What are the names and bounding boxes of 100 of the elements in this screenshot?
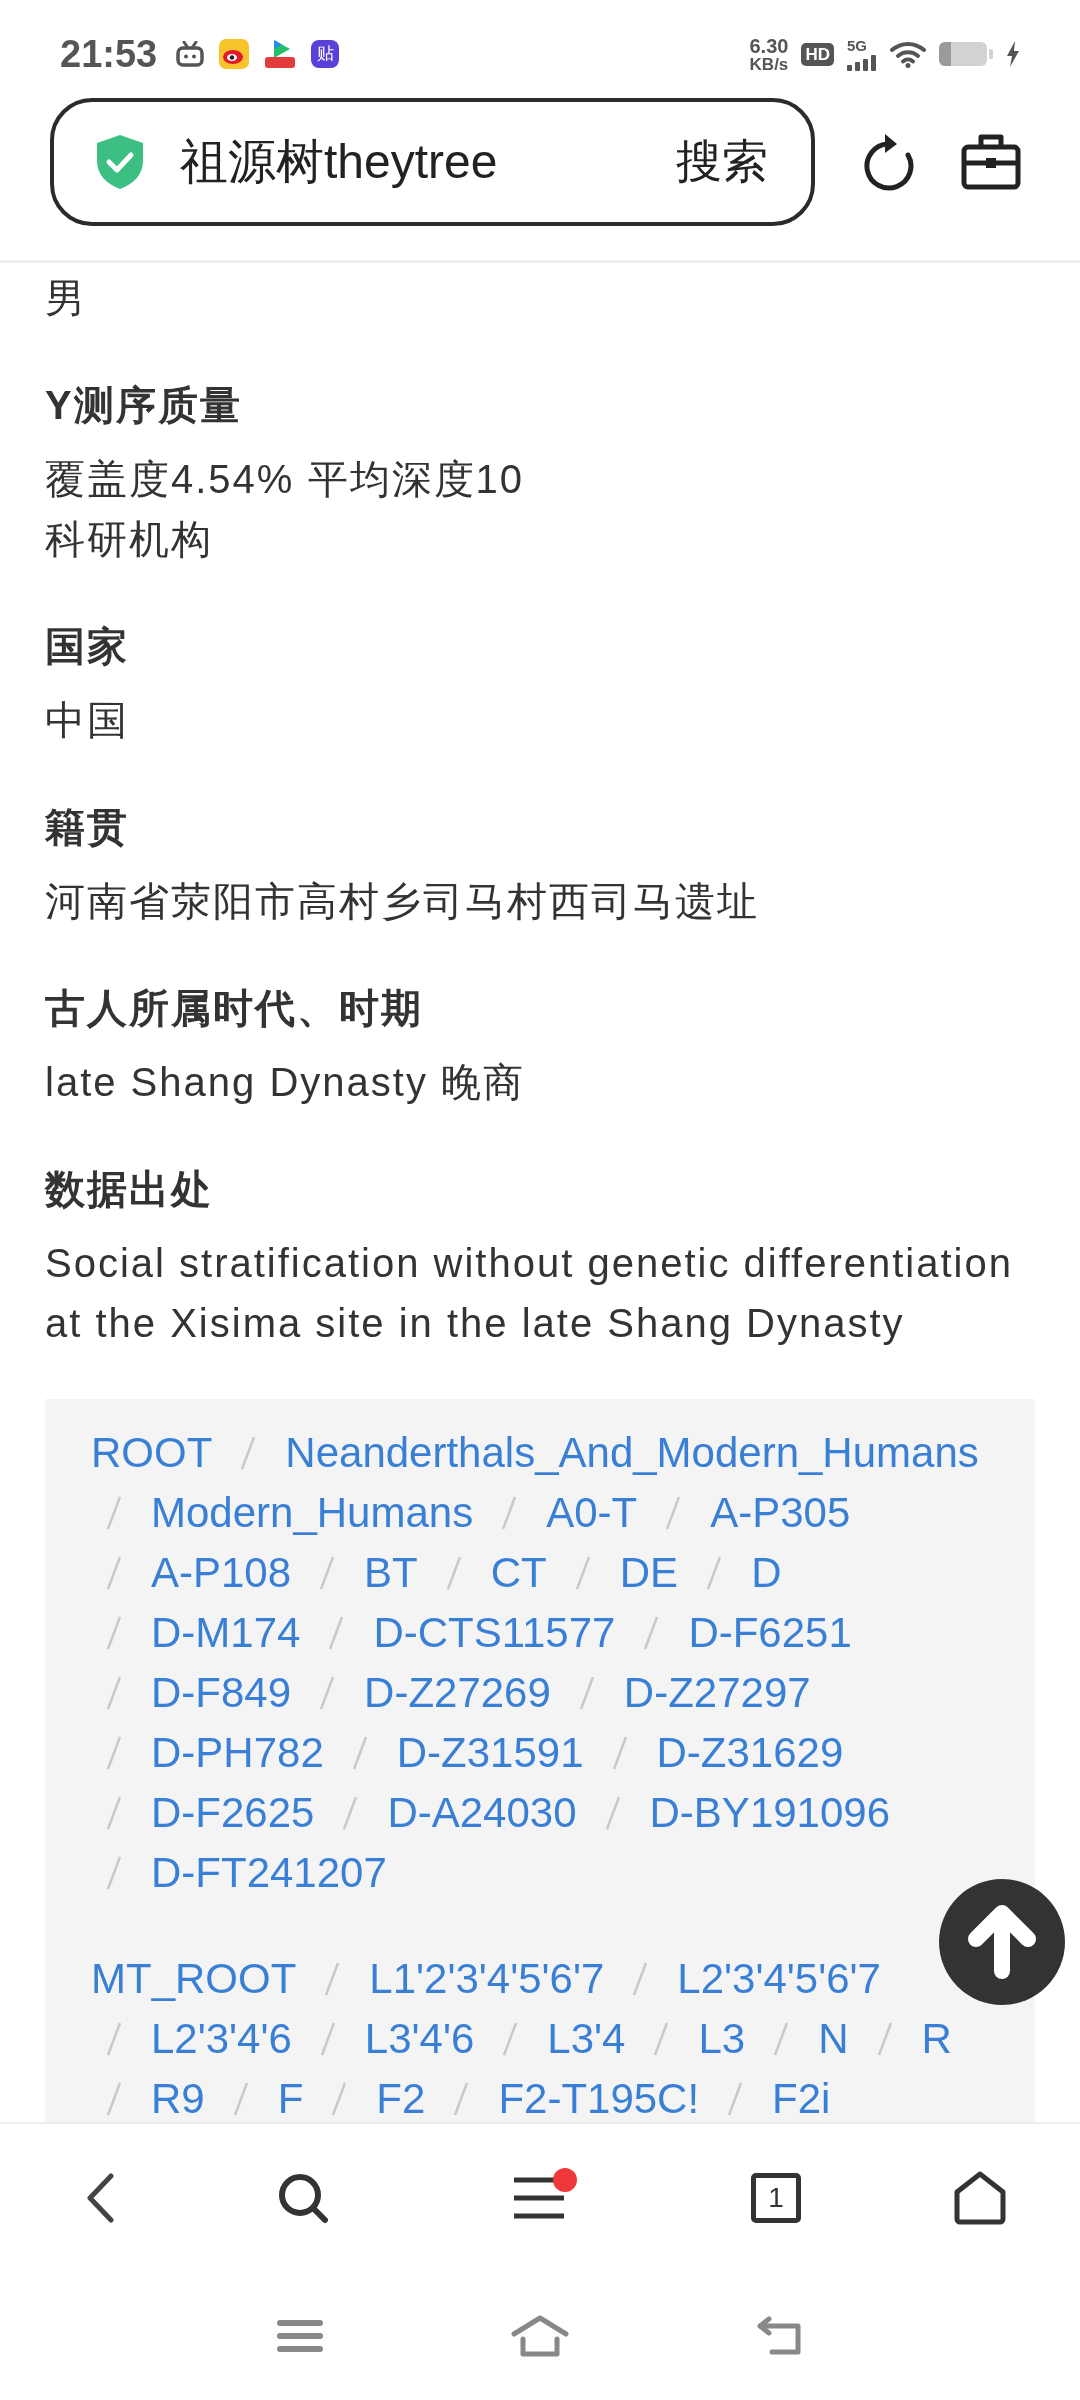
lineage-link[interactable]: CT [490, 1543, 547, 1603]
lineage-link[interactable]: D-Z31591 [396, 1723, 584, 1783]
lineage-link[interactable]: A-P305 [710, 1483, 851, 1543]
network-type: 5G [847, 37, 867, 53]
field-value: 覆盖度4.54% 平均深度10 [45, 456, 526, 503]
lineage-link[interactable]: Neanderthals_And_Modern_Humans [285, 1423, 979, 1483]
slash-icon [332, 2082, 347, 2116]
field-label: 籍贯 [45, 804, 130, 851]
slash-icon [644, 1616, 659, 1650]
slash-icon [343, 1796, 358, 1830]
slash-icon [320, 1556, 335, 1590]
eye-app-icon [219, 39, 250, 69]
menu-icon[interactable] [514, 2176, 564, 2220]
slash-icon [107, 1856, 121, 1890]
field-value: 男 [45, 275, 88, 322]
lineage-link[interactable]: D-F6251 [688, 1603, 852, 1663]
slash-icon [612, 1736, 627, 1770]
slash-icon [325, 1962, 340, 1996]
hd-badge: HD [801, 42, 834, 66]
lineage-link[interactable]: N [818, 2009, 849, 2069]
slash-icon [107, 1676, 121, 1710]
slash-icon [728, 2082, 743, 2116]
lineage-link[interactable]: D-BY191096 [649, 1783, 891, 1843]
field-label: 数据出处 [45, 1166, 214, 1213]
briefcase-icon[interactable] [961, 132, 1021, 190]
slash-icon [633, 1962, 648, 1996]
slash-icon [107, 2022, 121, 2056]
field-label: 古人所属时代、时期 [45, 985, 424, 1032]
lineage-link[interactable]: L3'4 [547, 2009, 626, 2069]
lineage-link[interactable]: D-FT241207 [151, 1843, 387, 1903]
lineage-link[interactable]: D-Z27269 [364, 1663, 551, 1723]
wifi-icon [890, 40, 926, 68]
slash-icon [107, 1796, 121, 1830]
search-link[interactable]: 搜索 [676, 131, 768, 193]
field-value: 河南省荥阳市高村乡司马村西司马遗址 [45, 878, 760, 925]
lineage-link[interactable]: A0-T [546, 1483, 638, 1543]
network-speed: 6.30 [749, 35, 789, 56]
slash-icon [233, 2082, 248, 2116]
lineage-link[interactable]: D-A24030 [387, 1783, 577, 1843]
play-app-icon [264, 39, 297, 69]
slash-icon [320, 2022, 335, 2056]
speed-unit: KB/s [749, 55, 789, 73]
lineage-link[interactable]: D-M174 [151, 1603, 301, 1663]
lineage-link[interactable]: MT_ROOT [91, 1949, 297, 2009]
lineage-link[interactable]: A-P108 [151, 1543, 292, 1603]
field-value: 科研机构 [45, 516, 214, 563]
lineage-link[interactable]: D-F849 [151, 1663, 292, 1723]
field-value: late Shang Dynasty 晚商 [45, 1059, 526, 1106]
slash-icon [774, 2022, 789, 2056]
charging-icon [1006, 41, 1020, 67]
lineage-link[interactable]: L3'4'6 [364, 2009, 475, 2069]
lineage-link[interactable]: D-PH782 [151, 1723, 324, 1783]
home-icon[interactable] [953, 2171, 1007, 2225]
lineage-link[interactable]: R9 [151, 2069, 205, 2122]
slash-icon [503, 2022, 518, 2056]
back-icon[interactable] [85, 2173, 115, 2223]
slash-icon [877, 2022, 892, 2056]
slash-icon [502, 1496, 517, 1530]
slash-icon [707, 1556, 722, 1590]
field-value: 中国 [45, 697, 130, 744]
tab-count-button[interactable]: 1 [751, 2173, 801, 2223]
slash-icon [107, 2082, 121, 2116]
slash-icon [107, 1616, 121, 1650]
page-title: 祖源树theytree [180, 134, 498, 190]
search-icon[interactable] [277, 2172, 329, 2224]
slash-icon [605, 1796, 620, 1830]
lineage-link[interactable]: L2'3'4'6 [151, 2009, 292, 2069]
lineage-link[interactable]: L2'3'4'5'6'7 [677, 1949, 881, 2009]
lineage-link[interactable]: D-Z31629 [656, 1723, 844, 1783]
lineage-link[interactable]: F2-T195C! [498, 2069, 700, 2122]
slash-icon [454, 2082, 469, 2116]
lineage-link[interactable]: Modern_Humans [151, 1483, 474, 1543]
battery-icon [939, 41, 993, 67]
slash-icon [654, 2022, 669, 2056]
shield-check-icon [95, 134, 145, 190]
lineage-link[interactable]: D-F2625 [151, 1783, 315, 1843]
slash-icon [107, 1496, 121, 1530]
lineage-link[interactable]: L1'2'3'4'5'6'7 [369, 1949, 605, 2009]
slash-icon [446, 1556, 461, 1590]
lineage-link[interactable]: F [277, 2069, 304, 2122]
lineage-link[interactable]: D-Z27297 [623, 1663, 811, 1723]
slash-icon [575, 1556, 590, 1590]
lineage-link[interactable]: ROOT [91, 1423, 213, 1483]
lineage-link[interactable]: D [751, 1543, 782, 1603]
address-bar[interactable]: 祖源树theytree 搜索 [50, 98, 815, 226]
field-label: 国家 [45, 623, 130, 670]
lineage-link[interactable]: L3 [698, 2009, 746, 2069]
lineage-link[interactable]: D-CTS11577 [373, 1603, 616, 1663]
slash-icon [107, 1556, 121, 1590]
signal-icon [847, 54, 877, 71]
slash-icon [666, 1496, 681, 1530]
slash-icon [329, 1616, 344, 1650]
field-value: Social stratification without genetic differentiation at the Xisima site in the late Shang Dynasty [45, 1240, 1014, 1347]
slash-icon [352, 1736, 367, 1770]
lineage-link[interactable]: BT [364, 1543, 418, 1603]
lineage-link[interactable]: R [921, 2009, 952, 2069]
lineage-link[interactable]: F2i [772, 2069, 831, 2122]
lineage-link[interactable]: F2 [376, 2069, 426, 2122]
lineage-link[interactable]: DE [619, 1543, 679, 1603]
slash-icon [320, 1676, 335, 1710]
